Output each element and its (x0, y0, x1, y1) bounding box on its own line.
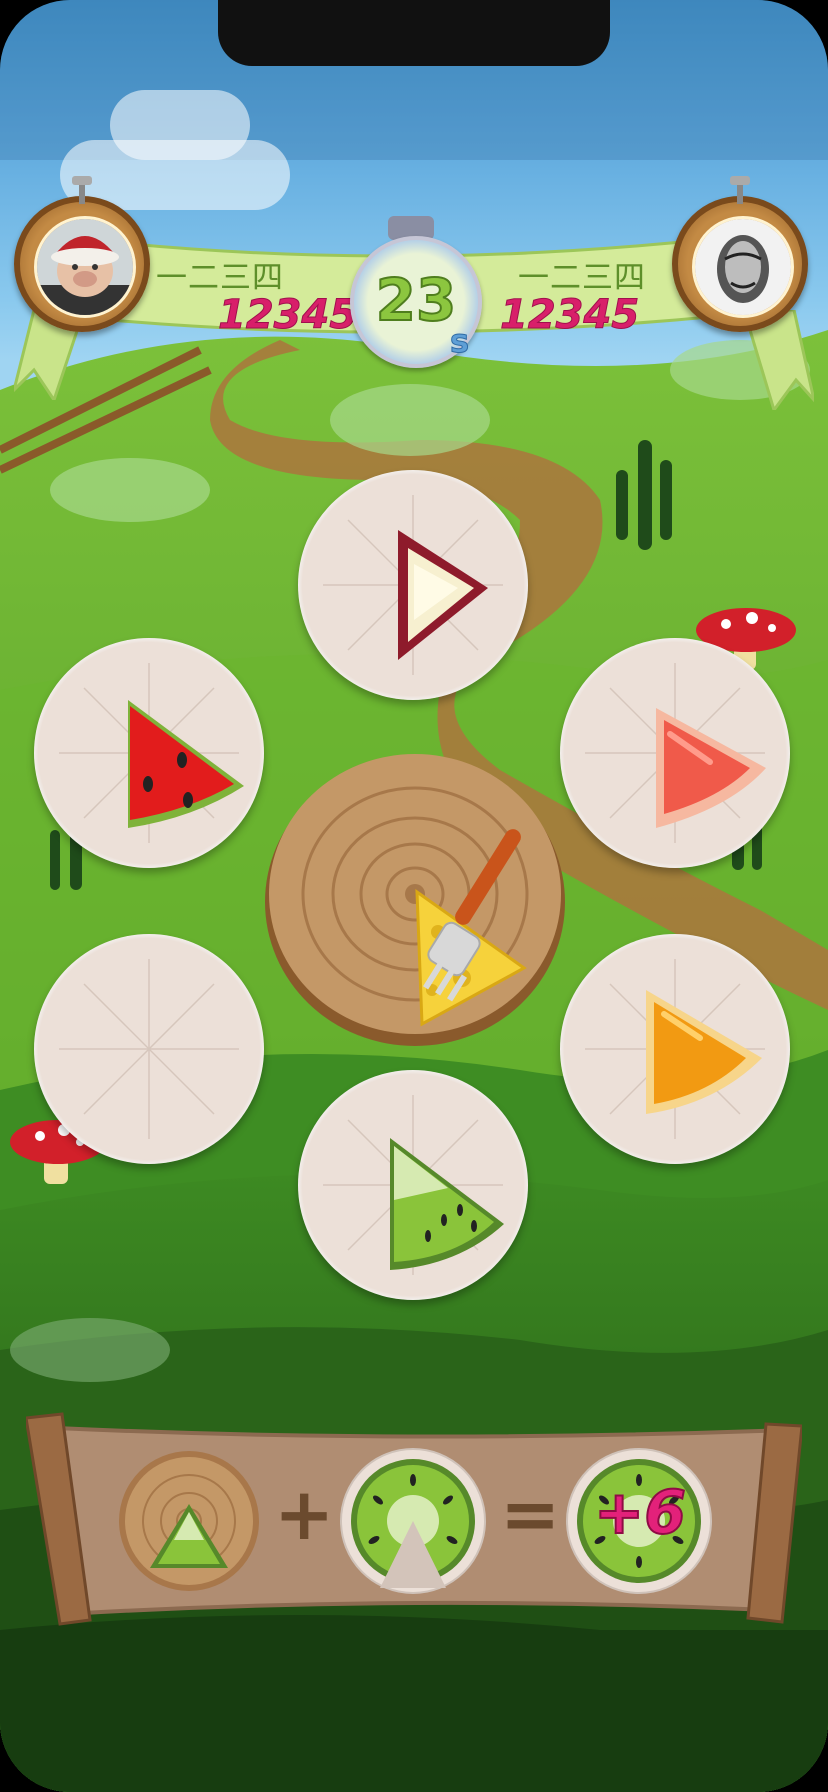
player-right-avatar[interactable] (672, 176, 808, 332)
player-left-score: 12345 (217, 292, 358, 339)
plate-lower-left-empty[interactable] (34, 934, 264, 1164)
player-right-name: 一二三四 (518, 260, 646, 296)
orange-slice-icon (585, 959, 765, 1139)
countdown-timer: 23 s (350, 236, 482, 368)
player-left-avatar[interactable] (14, 176, 150, 332)
grapefruit-slice-icon (585, 663, 766, 843)
kiwi-missing-slice-icon (340, 1448, 486, 1594)
equals-sign: = (500, 1472, 561, 1556)
player-left-photo (34, 216, 136, 318)
apple-slice-icon (323, 495, 503, 675)
plus-sign: + (274, 1472, 335, 1556)
player-right-photo (692, 216, 794, 318)
plate-lower-right-orange[interactable] (560, 934, 790, 1164)
plate-bottom-kiwi[interactable] (298, 1070, 528, 1300)
timer-unit: s (449, 322, 470, 361)
stump-kiwi-slice-icon (119, 1451, 259, 1591)
device-notch (218, 0, 610, 66)
player-right-score: 12345 (499, 292, 640, 339)
pin-icon (730, 176, 750, 204)
bonus-points: +6 (593, 1477, 687, 1549)
plate-upper-right-grapefruit[interactable] (560, 638, 790, 868)
tree-stump-board[interactable] (262, 742, 568, 1048)
pin-icon (72, 176, 92, 204)
empty-plate-icon (59, 959, 239, 1139)
plate-top-apple[interactable] (298, 470, 528, 700)
plate-upper-left-watermelon[interactable] (34, 638, 264, 868)
watermelon-slice-icon (59, 663, 244, 843)
game-screen: 一二三四 12345 一二三四 12345 23 s + = +6 (0, 0, 828, 1792)
kiwi-slice-icon (323, 1095, 504, 1275)
player-left-name: 一二三四 (156, 260, 284, 296)
